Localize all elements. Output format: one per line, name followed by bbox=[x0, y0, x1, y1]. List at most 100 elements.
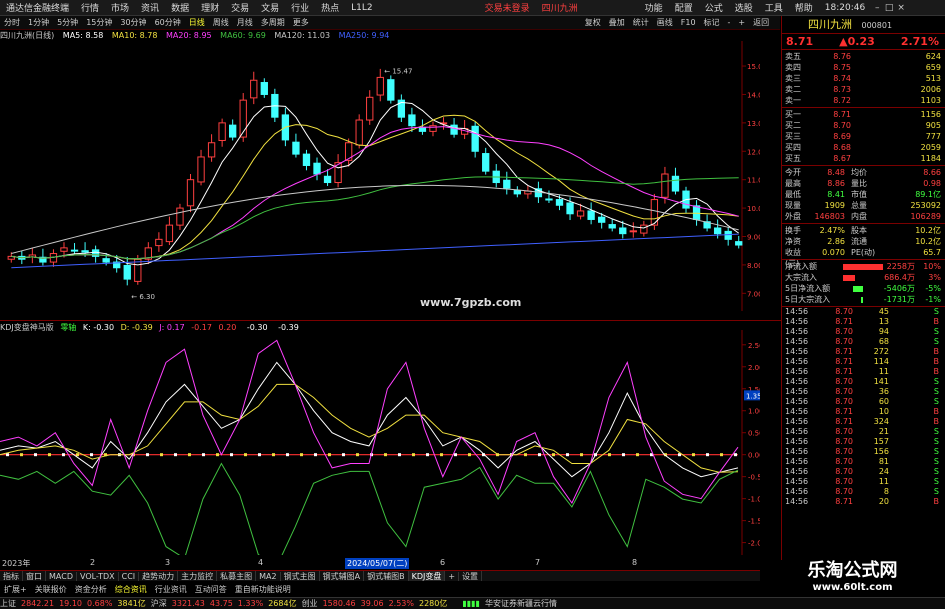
tick-list[interactable]: 14:56 8.70 45 S 14:56 8.71 13 B 14:56 8.70 94 S 14:5… bbox=[782, 307, 945, 507]
subtab[interactable]: 扩展+ bbox=[0, 584, 31, 595]
tick-t: 14:56 bbox=[785, 367, 809, 376]
tick-row[interactable]: 14:56 8.70 36 S bbox=[782, 387, 945, 397]
tick-row[interactable]: 14:56 8.71 324 B bbox=[782, 417, 945, 427]
maximize-icon[interactable]: □ bbox=[883, 3, 895, 13]
tab-steel-b[interactable]: 钢式辅图B bbox=[364, 571, 409, 581]
order-book-row[interactable]: 卖三 8.74 513 bbox=[782, 73, 945, 84]
ma-line-ma60 bbox=[11, 176, 739, 260]
tool-overlay[interactable]: 叠加 bbox=[605, 17, 629, 28]
tab-add[interactable]: + bbox=[445, 571, 460, 581]
candlestick-chart[interactable]: 15.00 14.00 13.00 12.00 11.00 10.00 9.00 8.00 7.… bbox=[0, 41, 760, 311]
subtab[interactable]: 重自新功能说明 bbox=[231, 584, 295, 595]
menu-item-help[interactable]: 帮助 bbox=[789, 1, 819, 14]
period-5min[interactable]: 5分钟 bbox=[53, 17, 82, 28]
tab-window[interactable]: 窗口 bbox=[23, 571, 46, 581]
period-15min[interactable]: 15分钟 bbox=[82, 17, 116, 28]
tool-stat[interactable]: 统计 bbox=[629, 17, 653, 28]
tick-row[interactable]: 14:56 8.70 11 S bbox=[782, 477, 945, 487]
tick-row[interactable]: 14:56 8.70 60 S bbox=[782, 397, 945, 407]
order-book-row[interactable]: 买二 8.70 905 bbox=[782, 120, 945, 131]
order-book-row[interactable]: 买一 8.71 1156 bbox=[782, 109, 945, 120]
period-60min[interactable]: 60分钟 bbox=[151, 17, 185, 28]
tool-f10[interactable]: F10 bbox=[677, 18, 700, 27]
tool-draw[interactable]: 画线 bbox=[653, 17, 677, 28]
menu-item-tools[interactable]: 工具 bbox=[759, 1, 789, 14]
tab-kdj[interactable]: KDJ变盘 bbox=[408, 571, 446, 581]
subtab[interactable]: 综合资讯 bbox=[111, 584, 151, 595]
menu-item-l1l2[interactable]: L1L2 bbox=[345, 3, 378, 13]
menu-item-func[interactable]: 功能 bbox=[639, 1, 669, 14]
tick-row[interactable]: 14:56 8.70 45 S bbox=[782, 307, 945, 317]
minimize-icon[interactable]: – bbox=[871, 3, 883, 13]
tool-fuquan[interactable]: 复权 bbox=[581, 17, 605, 28]
tab-monitor[interactable]: 主力监控 bbox=[178, 571, 218, 581]
tick-row[interactable]: 14:56 8.71 114 B bbox=[782, 357, 945, 367]
order-book-row[interactable]: 卖二 8.73 2006 bbox=[782, 84, 945, 95]
tab-ma2[interactable]: MA2 bbox=[256, 571, 281, 581]
subtab[interactable]: 资金分析 bbox=[71, 584, 111, 595]
tab-macd[interactable]: MACD bbox=[46, 571, 77, 581]
period-month[interactable]: 月线 bbox=[233, 17, 257, 28]
tab-steel-a[interactable]: 钢式辅图A bbox=[320, 571, 365, 581]
period-more[interactable]: 更多 bbox=[289, 17, 313, 28]
period-week[interactable]: 周线 bbox=[209, 17, 233, 28]
menu-item-market[interactable]: 行情 bbox=[75, 1, 105, 14]
trade-login-notice[interactable]: 交易未登录 bbox=[479, 1, 536, 14]
tick-row[interactable]: 14:56 8.71 272 B bbox=[782, 347, 945, 357]
tool-mark[interactable]: 标记 bbox=[700, 17, 724, 28]
tick-row[interactable]: 14:56 8.70 141 S bbox=[782, 377, 945, 387]
order-book-row[interactable]: 买三 8.69 777 bbox=[782, 131, 945, 142]
tick-row[interactable]: 14:56 8.71 10 B bbox=[782, 407, 945, 417]
subtab[interactable]: 行业资讯 bbox=[151, 584, 191, 595]
subtab[interactable]: 关联报价 bbox=[31, 584, 71, 595]
menu-item-data[interactable]: 数据 bbox=[165, 1, 195, 14]
zoom-in-button[interactable]: + bbox=[734, 18, 749, 27]
period-fenshi[interactable]: 分时 bbox=[0, 17, 24, 28]
period-1min[interactable]: 1分钟 bbox=[24, 17, 53, 28]
menu-item-formula[interactable]: 公式 bbox=[699, 1, 729, 14]
order-book-row[interactable]: 买五 8.67 1184 bbox=[782, 153, 945, 164]
zoom-out-button[interactable]: - bbox=[724, 18, 735, 27]
kdj-chart[interactable]: 2.502.001.501.000.500.00-0.50-1.00-1.50-… bbox=[0, 330, 760, 555]
menu-item-config[interactable]: 配置 bbox=[669, 1, 699, 14]
order-price: 8.71 bbox=[833, 110, 851, 119]
tab-cci[interactable]: CCI bbox=[119, 571, 140, 581]
price-tick-label: 13.00 bbox=[747, 120, 760, 128]
tab-trend[interactable]: 趋势动力 bbox=[139, 571, 179, 581]
tab-steel-main[interactable]: 钢式主图 bbox=[281, 571, 320, 581]
tab-indicator[interactable]: 指标 bbox=[0, 571, 23, 581]
order-book-row[interactable]: 卖五 8.76 624 bbox=[782, 51, 945, 62]
subtab[interactable]: 互动问答 bbox=[191, 584, 231, 595]
tick-row[interactable]: 14:56 8.71 20 B bbox=[782, 497, 945, 507]
stat-v1: 8.48 bbox=[827, 168, 845, 177]
tick-row[interactable]: 14:56 8.70 24 S bbox=[782, 467, 945, 477]
period-day[interactable]: 日线 bbox=[185, 17, 209, 28]
order-book-row[interactable]: 卖一 8.72 1103 bbox=[782, 95, 945, 106]
tab-vol[interactable]: VOL-TDX bbox=[77, 571, 119, 581]
tick-row[interactable]: 14:56 8.70 157 S bbox=[782, 437, 945, 447]
menu-item-hot[interactable]: 热点 bbox=[315, 1, 345, 14]
tick-row[interactable]: 14:56 8.70 94 S bbox=[782, 327, 945, 337]
menu-item-industry[interactable]: 行业 bbox=[285, 1, 315, 14]
tab-settings[interactable]: 设置 bbox=[459, 571, 483, 581]
order-book-row[interactable]: 买四 8.68 2059 bbox=[782, 142, 945, 153]
order-book-row[interactable]: 卖四 8.75 659 bbox=[782, 62, 945, 73]
close-icon[interactable]: × bbox=[895, 3, 907, 13]
tab-private[interactable]: 私募主图 bbox=[217, 571, 257, 581]
tick-row[interactable]: 14:56 8.70 21 S bbox=[782, 427, 945, 437]
tick-row[interactable]: 14:56 8.71 11 B bbox=[782, 367, 945, 377]
menu-item-market2[interactable]: 市场 bbox=[105, 1, 135, 14]
menu-item-news[interactable]: 资讯 bbox=[135, 1, 165, 14]
menu-item-wenyi[interactable]: 文易 bbox=[255, 1, 285, 14]
period-30min[interactable]: 30分钟 bbox=[116, 17, 150, 28]
back-button[interactable]: 返回 bbox=[749, 17, 773, 28]
menu-item-select[interactable]: 选股 bbox=[729, 1, 759, 14]
menu-item-trade[interactable]: 交易 bbox=[225, 1, 255, 14]
tick-row[interactable]: 14:56 8.70 156 S bbox=[782, 447, 945, 457]
tick-row[interactable]: 14:56 8.70 8 S bbox=[782, 487, 945, 497]
period-multi[interactable]: 多周期 bbox=[257, 17, 289, 28]
menu-item-finance[interactable]: 理财 bbox=[195, 1, 225, 14]
tick-row[interactable]: 14:56 8.70 81 S bbox=[782, 457, 945, 467]
tick-row[interactable]: 14:56 8.70 68 S bbox=[782, 337, 945, 347]
tick-row[interactable]: 14:56 8.71 13 B bbox=[782, 317, 945, 327]
